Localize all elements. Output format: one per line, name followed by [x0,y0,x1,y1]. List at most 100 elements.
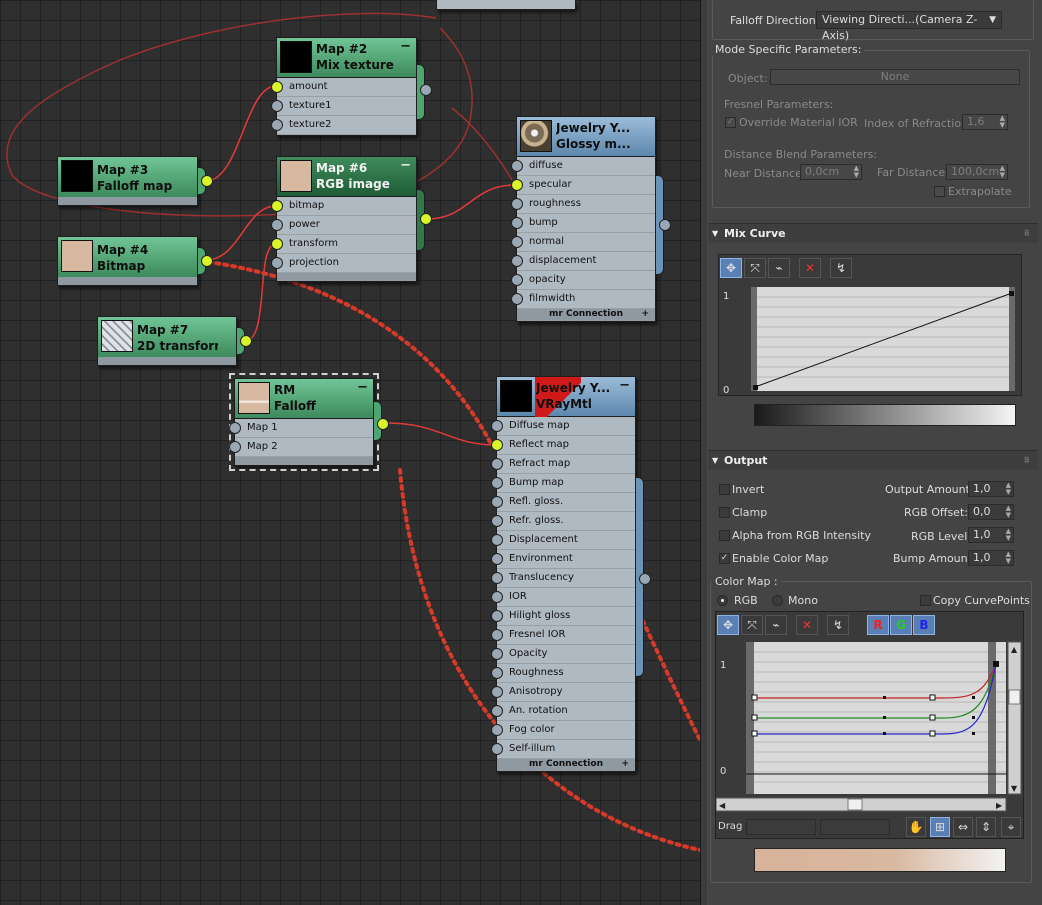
mono-radio[interactable] [772,595,783,606]
drag-x-field[interactable] [746,819,816,835]
slot-map2[interactable]: Map 2 [229,438,373,457]
input-socket[interactable] [271,257,283,269]
output-socket[interactable] [420,84,432,96]
collapse-icon[interactable]: − [357,380,368,395]
slot-reflect-map[interactable]: Reflect map [491,436,635,455]
slot-amount[interactable]: amount [271,78,416,97]
slot-texture2[interactable]: texture2 [271,116,416,135]
node-header[interactable]: Map #7 2D transform... [98,317,236,357]
node-rm-falloff[interactable]: RM Falloff − Map 1 Map 2 [229,373,389,471]
input-socket[interactable] [491,610,503,622]
node-jewelry-glossy-material[interactable]: Jewelry Y... Glossy m... diffuse specula… [511,116,671,322]
slot-opacity[interactable]: Opacity [491,645,635,664]
object-picker-button[interactable]: None [770,69,1020,85]
delete-point-icon[interactable]: ✕ [796,615,818,635]
alpha-from-rgb-checkbox[interactable] [719,530,730,541]
input-socket[interactable] [491,629,503,641]
red-channel-button[interactable]: R [867,615,889,635]
falloff-direction-dropdown[interactable]: Viewing Directi...(Camera Z-Axis) ▼ [816,11,1002,42]
expand-icon[interactable]: + [641,309,649,320]
input-socket[interactable] [511,217,523,229]
panel-splitter[interactable] [700,0,708,905]
rgb-radio[interactable] [717,595,728,606]
zoom-extents-icon[interactable]: ⊞ [930,817,950,837]
slot-specular[interactable]: specular [511,176,655,195]
node-map4-bitmap[interactable]: Map #4 Bitmap [57,236,213,286]
offscreen-node-edge[interactable] [436,0,576,10]
slot-roughness[interactable]: Roughness [491,664,635,683]
input-socket[interactable] [491,553,503,565]
node-header[interactable]: Map #3 Falloff map [58,157,197,197]
spinner-arrows-icon[interactable]: ▲ ▼ [1006,505,1011,519]
slot-texture1[interactable]: texture1 [271,97,416,116]
node-header[interactable]: Map #4 Bitmap [58,237,197,277]
input-socket[interactable] [511,236,523,248]
slot-displacement[interactable]: displacement [511,252,655,271]
slot-filmwidth[interactable]: filmwidth [511,290,655,309]
output-rollout-header[interactable]: ▼ Output ⠿ [708,450,1038,470]
far-distance-spinner[interactable]: 100,0cm ▲ ▼ [946,164,1008,180]
move-tool-icon[interactable]: ✥ [717,615,739,635]
slot-bump[interactable]: bump [511,214,655,233]
input-socket[interactable] [491,648,503,660]
scale-point-icon[interactable]: ⤧ [741,615,763,635]
input-socket[interactable] [491,477,503,489]
slot-refract-map[interactable]: Refract map [491,455,635,474]
slot-ior[interactable]: IOR [491,588,635,607]
input-socket[interactable] [491,534,503,546]
spinner-arrows-icon[interactable]: ▲ ▼ [1006,528,1011,542]
output-socket[interactable] [377,418,389,430]
scale-point-icon[interactable]: ⤧ [744,258,766,278]
input-socket[interactable] [271,119,283,131]
invert-checkbox[interactable] [719,484,730,495]
input-socket[interactable] [491,439,503,451]
slot-fresnel-ior[interactable]: Fresnel IOR [491,626,635,645]
drag-y-field[interactable] [820,819,890,835]
slot-refr-gloss[interactable]: Refr. gloss. [491,512,635,531]
node-map2-mix-texture[interactable]: Map #2 Mix texture − amount texture1 tex… [271,37,432,136]
collapse-icon[interactable]: − [400,158,411,173]
node-map6-rgb-image[interactable]: Map #6 RGB image − bitmap power transfor… [271,156,432,282]
slot-an-rotation[interactable]: An. rotation [491,702,635,721]
slot-power[interactable]: power [271,216,416,235]
mix-curve-editor[interactable]: ✥ ⤧ ⌁ ✕ ↯ 1 0 [718,254,1022,396]
pan-hand-icon[interactable]: ✋ [906,817,926,837]
override-ior-checkbox[interactable]: ✓ [725,117,736,128]
reset-curve-icon[interactable]: ↯ [827,615,849,635]
slate-node-canvas[interactable]: Map #2 Mix texture − amount texture1 tex… [0,0,700,905]
slot-self-illum[interactable]: Self-illum [491,740,635,759]
rgb-level-spinner[interactable]: 1,0 ▲ ▼ [968,527,1014,543]
output-socket[interactable] [201,255,213,267]
node-jewelry-vraymtl[interactable]: Jewelry Y... VRayMtl − Diffuse map Reflec… [491,376,651,772]
node-header[interactable]: Map #2 Mix texture − [277,38,416,78]
rgb-offset-spinner[interactable]: 0,0 ▲ ▼ [968,504,1014,520]
slot-anisotropy[interactable]: Anisotropy [491,683,635,702]
slot-environment[interactable]: Environment [491,550,635,569]
insert-point-icon[interactable]: ⌁ [768,258,790,278]
slot-diffuse-map[interactable]: Diffuse map [491,417,635,436]
input-socket[interactable] [511,160,523,172]
green-channel-button[interactable]: G [890,615,912,635]
input-socket[interactable] [491,724,503,736]
output-amount-spinner[interactable]: 1,0 ▲ ▼ [968,481,1014,497]
node-header[interactable]: Jewelry Y... VRayMtl − [497,377,635,417]
input-socket[interactable] [511,198,523,210]
slot-bump-map[interactable]: Bump map [491,474,635,493]
slot-refl-gloss[interactable]: Refl. gloss. [491,493,635,512]
zoom-region-icon[interactable]: ⌖ [1001,817,1021,837]
input-socket[interactable] [271,200,283,212]
slot-hilight-gloss[interactable]: Hilight gloss [491,607,635,626]
insert-point-icon[interactable]: ⌁ [765,615,787,635]
mix-curve-graph[interactable]: 1 0 [719,283,1021,395]
enable-color-map-checkbox[interactable]: ✓ [719,553,730,564]
node-map7-2d-transform[interactable]: Map #7 2D transform... [97,316,252,366]
delete-point-icon[interactable]: ✕ [799,258,821,278]
output-socket[interactable] [240,335,252,347]
input-socket[interactable] [491,420,503,432]
input-socket[interactable] [271,238,283,250]
slot-normal[interactable]: normal [511,233,655,252]
reset-curve-icon[interactable]: ↯ [830,258,852,278]
node-map3-falloff-map[interactable]: Map #3 Falloff map [57,156,213,206]
input-socket[interactable] [271,100,283,112]
blue-channel-button[interactable]: B [913,615,935,635]
